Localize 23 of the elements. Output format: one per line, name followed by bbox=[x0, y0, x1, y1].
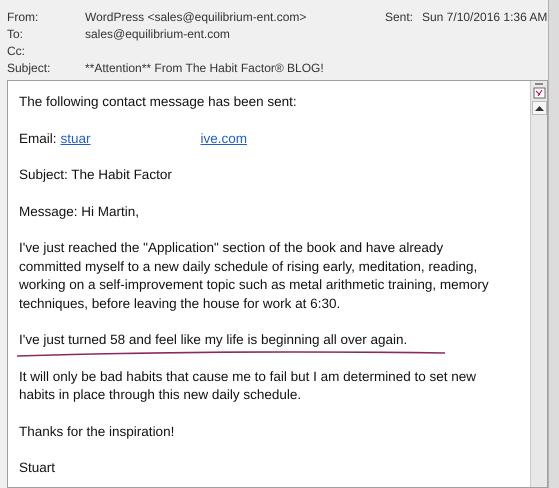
message-paragraph: Subject: The Habit Factor bbox=[19, 166, 173, 184]
message-paragraph: I've just turned 58 and feel like my life is beginning all over again. bbox=[19, 331, 408, 349]
email-link[interactable]: stuar bbox=[60, 130, 91, 148]
field-value: sales@equilibrium-ent.com bbox=[85, 26, 231, 43]
field-label: To: bbox=[7, 26, 24, 43]
field-value: WordPress <sales@equilibrium-ent.com> bbox=[85, 9, 308, 26]
message-paragraph: The following contact message has been sent: bbox=[19, 93, 298, 111]
scroll-up-icon[interactable] bbox=[532, 101, 546, 115]
field-value: **Attention** From The Habit Factor® BLOG! bbox=[85, 60, 325, 77]
message-paragraph: Stuart bbox=[19, 459, 56, 477]
field-label: Subject: bbox=[7, 60, 52, 77]
message-paragraph: Thanks for the inspiration! bbox=[19, 422, 176, 441]
scrollbar[interactable] bbox=[530, 81, 547, 487]
image-icon[interactable] bbox=[532, 87, 546, 99]
field-label: Cc: bbox=[7, 43, 26, 60]
email-label: Email: bbox=[19, 130, 57, 148]
message-paragraph: Message: Hi Martin, bbox=[19, 202, 140, 221]
message-paragraph: I've just reached the "Application" section of the book and have already committed myself to a new daily schedule of rising early, meditation, reading, working on a self-improvement topic such as metal arithmetic training, memory techniques, before leaving the house for work at 6:30. bbox=[19, 239, 489, 313]
message-paragraph: It will only be bad habits that cause me to fail but I am determined to set new habits in place through this new daily schedule. bbox=[19, 368, 477, 404]
field-label: From: bbox=[7, 9, 40, 26]
field-value: Sun 7/10/2016 1:36 AM bbox=[422, 9, 548, 26]
field-label: Sent: bbox=[385, 9, 414, 26]
email-link[interactable]: ive.com bbox=[200, 130, 248, 148]
